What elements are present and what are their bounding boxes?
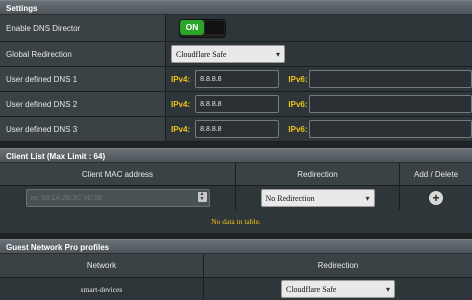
dns-row-3: User defined DNS 3 IPv4: 8.8.8.8 IPv6: bbox=[0, 117, 472, 142]
column-guest-redirection: Redirection bbox=[204, 254, 472, 277]
dns-1-value: IPv4: 8.8.8.8 IPv6: bbox=[166, 67, 472, 91]
guest-redirection-selected: Cloudflare Safe bbox=[286, 284, 337, 294]
plus-icon: + bbox=[432, 191, 440, 205]
empty-table-text: No data in table. bbox=[211, 217, 261, 226]
dns-2-ipv6-input[interactable] bbox=[308, 95, 472, 113]
dns-1-ipv4-input[interactable]: 8.8.8.8 bbox=[195, 70, 280, 88]
guest-network-column-headers: Network Redirection bbox=[0, 254, 472, 277]
global-redirection-select[interactable]: Cloudflare Safe ▾ bbox=[171, 45, 285, 63]
client-redirection-selected: No Redirection bbox=[265, 193, 315, 203]
enable-dns-director-label: Enable DNS Director bbox=[0, 15, 166, 41]
dns-director-toggle[interactable]: ON bbox=[179, 18, 226, 38]
mac-placeholder: ex: 00:1A:2B:3C:4D:5E bbox=[30, 194, 103, 202]
dns-row-1: User defined DNS 1 IPv4: 8.8.8.8 IPv6: bbox=[0, 67, 472, 92]
client-list-column-headers: Client MAC address Redirection Add / Del… bbox=[0, 163, 472, 185]
guest-network-name: smart-devices bbox=[0, 278, 204, 300]
toggle-knob bbox=[205, 20, 224, 34]
toggle-on-label: ON bbox=[180, 19, 204, 35]
add-client-button[interactable]: + bbox=[429, 191, 443, 205]
ipv6-label: IPv6: bbox=[288, 124, 308, 134]
ipv4-label: IPv4: bbox=[171, 99, 191, 109]
dns-2-label: User defined DNS 2 bbox=[0, 92, 166, 116]
dns-1-label: User defined DNS 1 bbox=[0, 67, 166, 91]
client-input-row: ex: 00:1A:2B:3C:4D:5E ▲ ▼ No Redirection … bbox=[0, 185, 472, 210]
column-redirection: Redirection bbox=[236, 163, 400, 185]
client-empty-row: No data in table. bbox=[0, 210, 472, 233]
dns-3-ipv6-input[interactable] bbox=[308, 120, 472, 138]
guest-network-header: Guest Network Pro profiles bbox=[0, 239, 472, 254]
ipv4-label: IPv4: bbox=[171, 124, 191, 134]
guest-redirection-select[interactable]: Cloudflare Safe ▾ bbox=[281, 280, 395, 298]
dns-2-value: IPv4: 8.8.8.8 IPv6: bbox=[166, 92, 472, 116]
client-list-header: Client List (Max Limit : 64) bbox=[0, 148, 472, 163]
client-list-title: Client List (Max Limit : 64) bbox=[6, 152, 106, 161]
global-redirection-label: Global Redirection bbox=[0, 42, 166, 66]
guest-network-title: Guest Network Pro profiles bbox=[6, 243, 110, 252]
ipv6-label: IPv6: bbox=[288, 74, 308, 84]
global-redirection-value: Cloudflare Safe ▾ bbox=[166, 42, 472, 66]
add-cell: + bbox=[400, 186, 472, 210]
dns-3-ipv4-input[interactable]: 8.8.8.8 bbox=[195, 120, 280, 138]
ipv4-label: IPv4: bbox=[171, 74, 191, 84]
chevron-down-icon: ▾ bbox=[275, 49, 280, 59]
dns-2-ipv4-input[interactable]: 8.8.8.8 bbox=[195, 95, 280, 113]
chevron-down-icon: ▾ bbox=[365, 193, 370, 203]
settings-title: Settings bbox=[6, 4, 38, 13]
global-redirection-selected: Cloudflare Safe bbox=[176, 49, 227, 59]
settings-header: Settings bbox=[0, 0, 472, 15]
dns-1-ipv6-input[interactable] bbox=[308, 70, 472, 88]
dns-3-value: IPv4: 8.8.8.8 IPv6: bbox=[166, 117, 472, 141]
global-redirection-row: Global Redirection Cloudflare Safe ▾ bbox=[0, 42, 472, 67]
client-redirection-select[interactable]: No Redirection ▾ bbox=[260, 189, 375, 207]
column-add-delete: Add / Delete bbox=[400, 163, 472, 185]
enable-dns-director-value: ON bbox=[166, 15, 472, 41]
enable-dns-director-row: Enable DNS Director ON bbox=[0, 15, 472, 42]
dns-3-label: User defined DNS 3 bbox=[0, 117, 166, 141]
guest-network-row: smart-devices Cloudflare Safe ▾ bbox=[0, 277, 472, 300]
mac-input-cell: ex: 00:1A:2B:3C:4D:5E ▲ ▼ bbox=[0, 186, 236, 210]
ipv6-label: IPv6: bbox=[288, 99, 308, 109]
column-network: Network bbox=[0, 254, 204, 277]
mac-address-input[interactable]: ex: 00:1A:2B:3C:4D:5E ▲ ▼ bbox=[25, 189, 210, 207]
stepper-icon[interactable]: ▲ ▼ bbox=[197, 192, 207, 202]
chevron-down-icon: ▾ bbox=[385, 284, 390, 294]
guest-redirection-cell: Cloudflare Safe ▾ bbox=[204, 278, 472, 300]
column-client-mac: Client MAC address bbox=[0, 163, 236, 185]
redirection-cell: No Redirection ▾ bbox=[236, 186, 400, 210]
dns-row-2: User defined DNS 2 IPv4: 8.8.8.8 IPv6: bbox=[0, 92, 472, 117]
